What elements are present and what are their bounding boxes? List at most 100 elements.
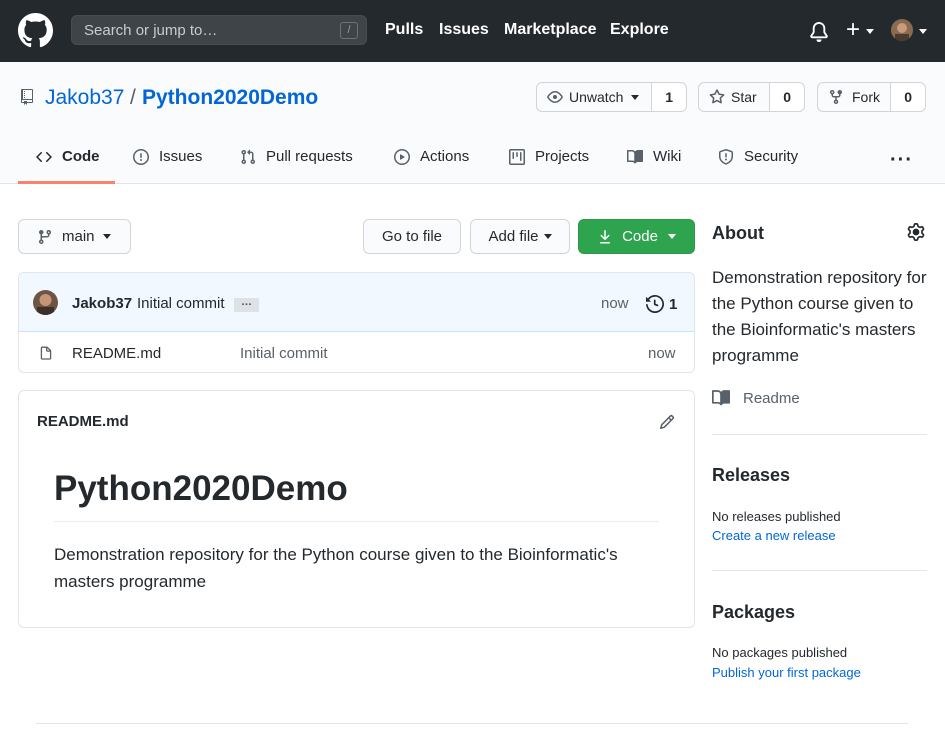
branch-caret-icon xyxy=(102,234,111,239)
repo-owner-link[interactable]: Jakob37 xyxy=(45,86,124,110)
tab-code[interactable]: Code xyxy=(36,148,100,165)
commit-time: now xyxy=(601,295,629,312)
tab-actions[interactable]: Actions xyxy=(394,148,469,165)
branch-name: main xyxy=(62,228,95,245)
add-file-caret-icon xyxy=(543,234,552,239)
commit-author-avatar[interactable] xyxy=(33,290,58,315)
star-button[interactable]: Star xyxy=(699,83,769,111)
file-browser: Jakob37 Initial commit … now 1 README.md… xyxy=(18,272,695,373)
shield-icon xyxy=(719,148,733,165)
nav-marketplace[interactable]: Marketplace xyxy=(504,21,597,39)
create-new-button[interactable]: + xyxy=(846,18,860,42)
star-count[interactable]: 0 xyxy=(769,83,804,111)
commit-message-link[interactable]: Initial commit xyxy=(137,295,225,312)
add-file-label: Add file xyxy=(488,228,539,245)
tab-pull-requests[interactable]: Pull requests xyxy=(240,148,353,165)
git-pull-request-icon xyxy=(241,149,256,164)
file-name-link[interactable]: README.md xyxy=(72,345,161,362)
play-icon xyxy=(394,148,410,165)
file-row[interactable]: README.md Initial commit now xyxy=(19,333,694,372)
readme-link[interactable]: Readme xyxy=(712,389,800,407)
readme-link-label: Readme xyxy=(743,389,800,407)
nav-explore[interactable]: Explore xyxy=(610,21,669,39)
search-input[interactable]: Search or jump to… / xyxy=(71,15,367,45)
releases-heading[interactable]: Releases xyxy=(712,465,790,486)
packages-heading[interactable]: Packages xyxy=(712,602,795,623)
branch-select-button[interactable]: main xyxy=(18,219,131,254)
go-to-file-button[interactable]: Go to file xyxy=(363,219,461,254)
fork-label: Fork xyxy=(852,89,880,105)
fork-button[interactable]: Fork xyxy=(818,83,890,111)
pencil-icon[interactable] xyxy=(659,414,675,430)
tab-projects-label: Projects xyxy=(535,148,590,165)
about-heading: About xyxy=(712,223,764,243)
bell-icon[interactable] xyxy=(809,22,829,42)
commit-expand-button[interactable]: … xyxy=(234,297,259,312)
tab-pull-requests-label: Pull requests xyxy=(266,148,353,165)
repo-forked-icon xyxy=(830,90,842,105)
search-shortcut-key: / xyxy=(340,22,358,39)
code-button-label: Code xyxy=(622,228,658,245)
repo-name-link[interactable]: Python2020Demo xyxy=(142,86,318,110)
user-avatar[interactable] xyxy=(891,19,913,41)
star-label: Star xyxy=(731,89,757,105)
history-icon xyxy=(646,295,664,313)
gear-icon[interactable] xyxy=(907,223,925,241)
user-menu-caret-icon xyxy=(919,29,927,34)
add-file-button[interactable]: Add file xyxy=(470,219,570,254)
watch-button-group: Unwatch 1 xyxy=(536,82,687,112)
more-tabs-button[interactable]: ··· xyxy=(890,149,913,172)
footer-divider xyxy=(36,723,908,724)
code-caret-icon xyxy=(667,234,676,239)
file-icon xyxy=(40,346,52,360)
code-download-button[interactable]: Code xyxy=(578,219,695,254)
commit-author-link[interactable]: Jakob37 xyxy=(72,295,132,312)
tab-issues-label: Issues xyxy=(159,148,203,165)
about-description: Demonstration repository for the Python … xyxy=(712,268,927,365)
github-logo-icon[interactable] xyxy=(18,13,53,48)
selected-tab-indicator xyxy=(18,181,115,184)
publish-package-link[interactable]: Publish your first package xyxy=(712,665,861,680)
watch-count[interactable]: 1 xyxy=(651,83,686,111)
commit-history-link[interactable]: 1 xyxy=(646,295,677,313)
search-placeholder: Search or jump to… xyxy=(84,22,218,39)
tab-security-label: Security xyxy=(744,148,799,165)
readme-filename: README.md xyxy=(37,413,129,430)
fork-count[interactable]: 0 xyxy=(890,83,925,111)
tab-projects[interactable]: Projects xyxy=(509,148,589,165)
star-icon xyxy=(709,89,725,104)
file-time: now xyxy=(648,345,676,362)
book-icon xyxy=(627,149,643,163)
latest-commit-bar: Jakob37 Initial commit … now 1 xyxy=(19,273,694,332)
readme-paragraph: Demonstration repository for the Python … xyxy=(54,545,618,591)
file-commit-link[interactable]: Initial commit xyxy=(240,345,328,362)
create-new-caret-icon xyxy=(866,29,874,34)
tab-wiki[interactable]: Wiki xyxy=(627,148,681,165)
commit-count: 1 xyxy=(669,295,678,313)
download-icon xyxy=(600,229,611,243)
tab-security[interactable]: Security xyxy=(718,148,798,165)
tab-code-label: Code xyxy=(62,148,100,165)
project-icon xyxy=(509,148,525,165)
tab-issues[interactable]: Issues xyxy=(133,148,202,165)
global-header: Search or jump to… / Pulls Issues Market… xyxy=(0,0,945,62)
fork-button-group: Fork 0 xyxy=(817,82,926,112)
issue-opened-icon xyxy=(133,148,149,165)
tab-actions-label: Actions xyxy=(420,148,470,165)
repository-header xyxy=(0,62,945,184)
nav-pulls[interactable]: Pulls xyxy=(385,21,423,39)
nav-issues[interactable]: Issues xyxy=(439,21,489,39)
eye-icon xyxy=(547,91,563,103)
create-release-link[interactable]: Create a new release xyxy=(712,528,836,543)
code-icon xyxy=(36,151,52,162)
sidebar-divider xyxy=(712,570,927,571)
readme-box: README.md Python2020Demo Demonstration r… xyxy=(18,390,695,628)
repo-path-separator: / xyxy=(130,86,136,109)
unwatch-button[interactable]: Unwatch xyxy=(537,83,651,111)
releases-empty-text: No releases published xyxy=(712,509,841,524)
book-icon xyxy=(712,390,730,406)
packages-empty-text: No packages published xyxy=(712,645,848,660)
repo-icon xyxy=(21,89,33,105)
git-branch-icon xyxy=(38,229,51,244)
sidebar-divider xyxy=(712,434,927,435)
